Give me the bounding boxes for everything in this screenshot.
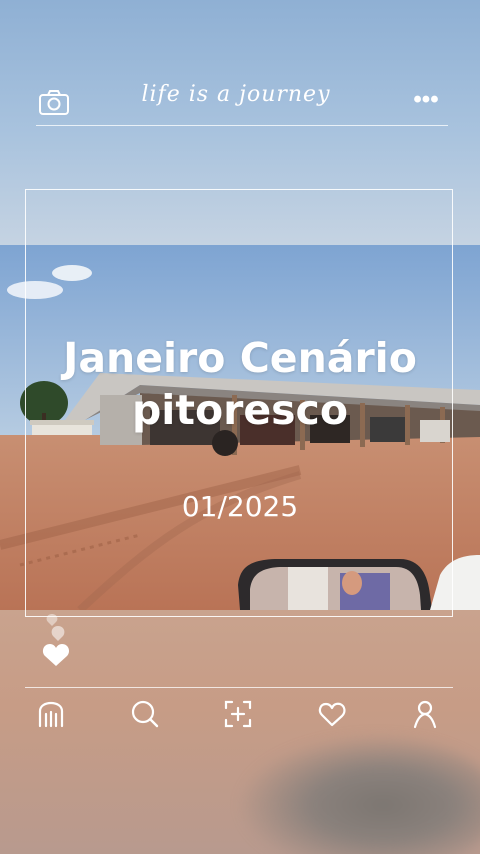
floating-hearts [38, 612, 82, 668]
heart-outline-icon [318, 702, 346, 727]
heart-icon [42, 644, 70, 666]
add-frame-icon [224, 700, 252, 728]
nav-favorites[interactable] [314, 696, 350, 732]
headline: Janeiro Cenário pitoresco [25, 332, 455, 436]
home-icon [38, 701, 64, 728]
search-icon [131, 700, 158, 728]
top-bar: life is a journey ••• [36, 80, 448, 126]
headline-line-2: pitoresco [131, 386, 349, 434]
camera-icon[interactable] [38, 88, 70, 116]
heart-small-icon [46, 614, 58, 626]
headline-line-1: Janeiro Cenário [63, 334, 417, 382]
bottom-nav [25, 696, 453, 740]
nav-search[interactable] [127, 696, 163, 732]
nav-home[interactable] [33, 696, 69, 732]
date-label: 01/2025 [181, 490, 299, 523]
profile-icon [413, 700, 437, 729]
top-divider [36, 125, 448, 126]
heart-mid-icon [51, 626, 65, 641]
nav-add[interactable] [220, 696, 256, 732]
nav-profile[interactable] [407, 696, 443, 732]
bottom-divider [25, 687, 453, 688]
app-title: life is a journey [141, 82, 331, 107]
more-dots-icon[interactable]: ••• [412, 88, 440, 112]
